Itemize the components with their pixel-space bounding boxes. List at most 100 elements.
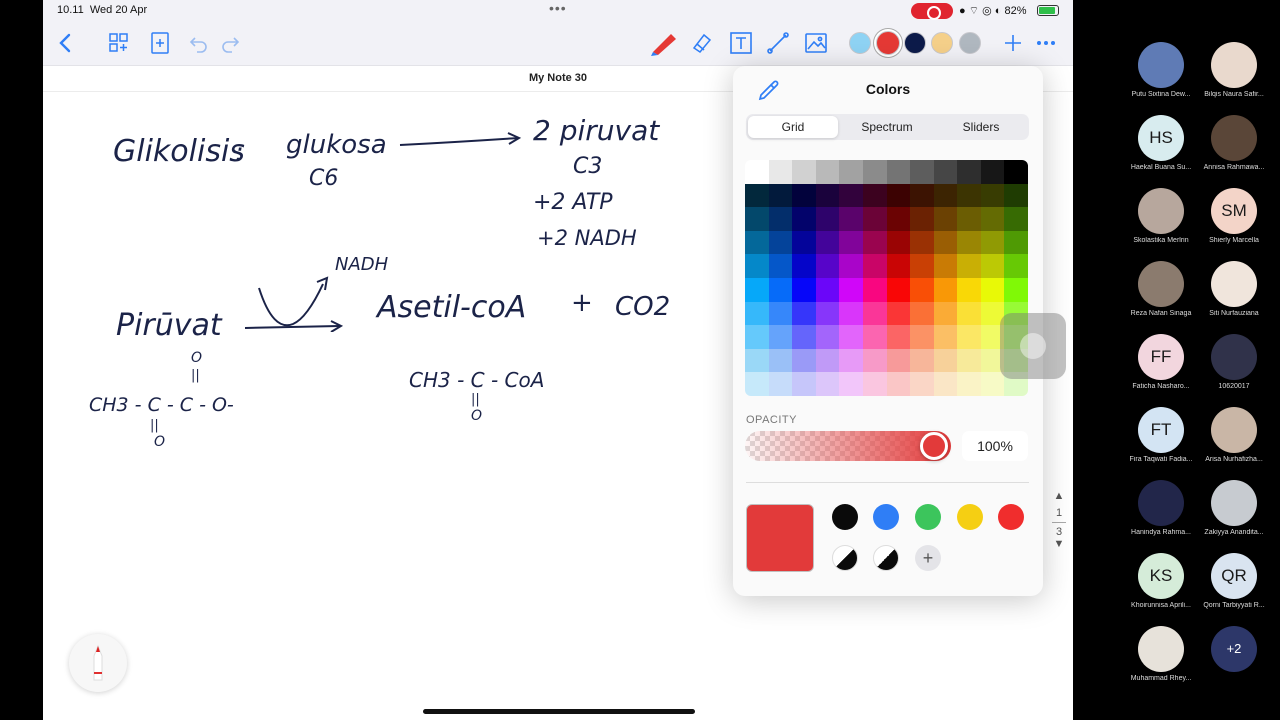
colors-title: Colors bbox=[865, 81, 911, 97]
page-down-icon[interactable]: ▼ bbox=[1048, 538, 1070, 550]
tab-grid[interactable]: Grid bbox=[748, 116, 838, 138]
participant-tile[interactable]: Arisa Nurhafizha... bbox=[1184, 407, 1280, 463]
page-total: 3 bbox=[1055, 526, 1063, 538]
swatch-yellow[interactable] bbox=[957, 504, 983, 530]
pencil-button[interactable] bbox=[69, 634, 127, 692]
swatch-black[interactable] bbox=[832, 504, 858, 530]
plus-icon[interactable] bbox=[1000, 30, 1026, 56]
participant-name: Muhammad Rhey... bbox=[1130, 675, 1192, 682]
participant-avatar bbox=[1211, 115, 1257, 161]
handwriting-asetil-coa: Asetil-coA bbox=[377, 290, 527, 325]
color-grid[interactable] bbox=[745, 160, 1028, 396]
participant-avatar bbox=[1211, 407, 1257, 453]
pen-color-navy[interactable] bbox=[904, 32, 926, 54]
participant-avatar: KS bbox=[1138, 553, 1184, 599]
participant-name: Qorni Tarbiyyati R... bbox=[1203, 602, 1265, 609]
swatch-blue[interactable] bbox=[873, 504, 899, 530]
tab-spectrum[interactable]: Spectrum bbox=[842, 116, 932, 138]
participant-name: Arisa Nurhafizha... bbox=[1205, 456, 1263, 463]
swatch-black-transparent[interactable] bbox=[832, 545, 858, 571]
swatch-green[interactable] bbox=[915, 504, 941, 530]
formula-piruvat-o-bottom: O bbox=[154, 434, 166, 450]
participant-tile[interactable]: +2 bbox=[1184, 626, 1280, 675]
undo-icon[interactable] bbox=[186, 30, 212, 56]
participant-tile[interactable]: 10620017 bbox=[1184, 334, 1280, 390]
arrow-glukosa bbox=[399, 132, 522, 146]
add-swatch-icon[interactable]: + bbox=[915, 545, 941, 571]
tab-sliders[interactable]: Sliders bbox=[936, 116, 1026, 138]
redo-icon[interactable] bbox=[217, 30, 243, 56]
participant-avatar: FT bbox=[1138, 407, 1184, 453]
handwriting-glukosa: glukosa bbox=[286, 130, 387, 160]
colors-mode-tabs: Grid Spectrum Sliders bbox=[746, 114, 1029, 140]
touch-indicator bbox=[1000, 313, 1066, 379]
page-up-icon[interactable]: ▲ bbox=[1048, 490, 1070, 502]
multitask-dots-icon[interactable]: ••• bbox=[549, 0, 567, 16]
participant-tile[interactable]: SM Shierly Marcella bbox=[1184, 188, 1280, 244]
pen-color-red-selected[interactable] bbox=[876, 31, 900, 55]
more-icon[interactable] bbox=[1033, 30, 1059, 56]
thumbnails-icon[interactable] bbox=[106, 30, 132, 56]
handwriting-glikolisis: Glikolisis bbox=[113, 134, 245, 169]
pen-icon[interactable] bbox=[649, 30, 676, 56]
screen-share: 10.11 Wed 20 Apr ••• ● ⌔ ◎ ◐ 82% My Note… bbox=[0, 0, 1280, 720]
participant-avatar: +2 bbox=[1211, 626, 1257, 672]
handwriting-colon: : bbox=[235, 138, 244, 168]
handwriting-2-piruvat: 2 piruvat bbox=[533, 114, 660, 147]
participant-tile[interactable]: Bilqis Naura Safir... bbox=[1184, 42, 1280, 98]
page-control: ▲ 1 3 ▼ bbox=[1048, 490, 1070, 550]
participant-name: 10620017 bbox=[1218, 383, 1250, 390]
add-page-icon[interactable] bbox=[147, 30, 173, 56]
formula-asetil-o: O bbox=[471, 408, 483, 424]
handwriting-co2: CO2 bbox=[615, 292, 671, 322]
pencil-icon bbox=[93, 644, 103, 681]
ipad-screen: 10.11 Wed 20 Apr ••• ● ⌔ ◎ ◐ 82% My Note… bbox=[43, 0, 1073, 720]
eraser-icon[interactable] bbox=[688, 30, 714, 56]
double-bond-top: || bbox=[191, 368, 200, 383]
pen-color-light-blue[interactable] bbox=[849, 32, 871, 54]
opacity-label: OPACITY bbox=[746, 414, 797, 426]
participant-name: Bilqis Naura Safir... bbox=[1204, 91, 1264, 98]
participant-tile[interactable]: QR Qorni Tarbiyyati R... bbox=[1184, 553, 1280, 609]
formula-piruvat: CH3 - C - C - O- bbox=[89, 394, 234, 416]
participant-avatar bbox=[1211, 261, 1257, 307]
text-icon[interactable] bbox=[728, 30, 754, 56]
participant-tile[interactable]: Zakiyya Anandita... bbox=[1184, 480, 1280, 536]
battery-icon bbox=[1037, 5, 1059, 16]
double-bond-bottom: || bbox=[150, 418, 159, 433]
divider bbox=[746, 482, 1029, 483]
opacity-slider-thumb[interactable] bbox=[920, 432, 948, 460]
formula-asetil-coa: CH3 - C - CoA bbox=[409, 368, 545, 392]
swatch-red[interactable] bbox=[998, 504, 1024, 530]
screen-record-icon[interactable] bbox=[911, 3, 953, 20]
participant-avatar bbox=[1138, 42, 1184, 88]
participant-avatar: HS bbox=[1138, 115, 1184, 161]
participant-avatar bbox=[1138, 188, 1184, 234]
participant-name: Siti Nurfauziana bbox=[1209, 310, 1259, 317]
system-indicators: ● ⌔ ◎ ◐ 82% bbox=[959, 5, 1027, 17]
double-bond-asetil: || bbox=[471, 392, 480, 407]
participant-name: Shierly Marcella bbox=[1209, 237, 1259, 244]
handwriting-nadh-2: +2 NADH bbox=[537, 226, 637, 250]
handwriting-c6: C6 bbox=[309, 166, 339, 191]
image-icon[interactable] bbox=[803, 30, 829, 56]
colors-popover: Colors Grid Spectrum Sliders OPACITY 100… bbox=[733, 66, 1043, 596]
home-indicator[interactable] bbox=[423, 709, 695, 714]
toolbar bbox=[43, 22, 1073, 66]
handwriting-atp: +2 ATP bbox=[533, 190, 613, 215]
participant-name: Zakiyya Anandita... bbox=[1204, 529, 1264, 536]
formula-piruvat-o-top: O bbox=[191, 350, 203, 366]
handwriting-plus: + bbox=[571, 288, 593, 318]
lasso-icon[interactable] bbox=[765, 30, 791, 56]
participant-tile[interactable]: Siti Nurfauziana bbox=[1184, 261, 1280, 317]
swatch-black-transparent-2[interactable] bbox=[873, 545, 899, 571]
participant-avatar: FF bbox=[1138, 334, 1184, 380]
page-current: 1 bbox=[1055, 507, 1063, 519]
participant-avatar bbox=[1211, 334, 1257, 380]
opacity-value[interactable]: 100% bbox=[962, 431, 1028, 461]
handwriting-c3: C3 bbox=[573, 154, 603, 179]
pen-color-tan[interactable] bbox=[931, 32, 953, 54]
pen-color-gray[interactable] bbox=[959, 32, 981, 54]
participant-tile[interactable]: Annisa Rahmawa... bbox=[1184, 115, 1280, 171]
chevron-left-icon[interactable] bbox=[53, 30, 79, 56]
